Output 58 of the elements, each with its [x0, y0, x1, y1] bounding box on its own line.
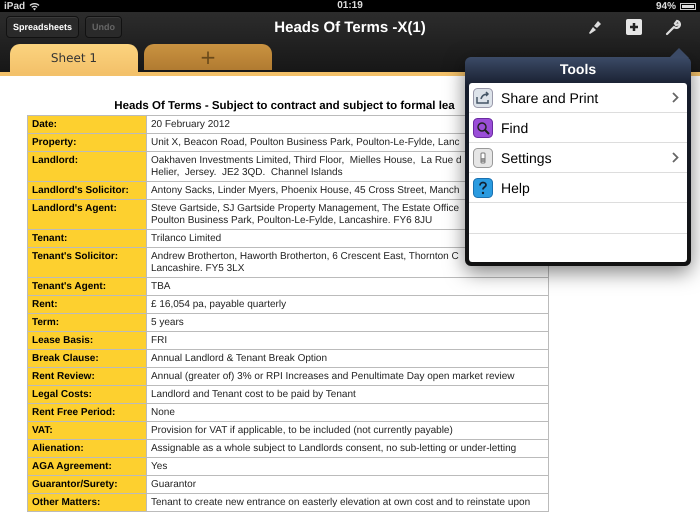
field-value: Landlord and Tenant cost to be paid by Tenant — [146, 386, 548, 404]
menu-item[interactable]: Find — [469, 113, 687, 143]
field-label: Rent Free Period: — [28, 404, 146, 422]
field-label: Date: — [28, 116, 146, 134]
field-value: TBA — [146, 278, 548, 296]
field-label: VAT: — [28, 422, 146, 440]
field-label: Property: — [28, 134, 146, 152]
sheet-tab[interactable]: Sheet 1 — [10, 44, 138, 72]
add-icon[interactable] — [626, 19, 642, 35]
wifi-icon — [29, 2, 40, 10]
field-value: Annual (greater of) 3% or RPI Increases and Penultimate Day open market review — [146, 368, 548, 386]
field-label: Tenant: — [28, 230, 146, 248]
field-label: Term: — [28, 314, 146, 332]
battery-icon — [680, 2, 696, 10]
field-label: Tenant's Solicitor: — [28, 248, 146, 278]
switch-icon — [473, 148, 493, 168]
field-label: Landlord's Solicitor: — [28, 182, 146, 200]
field-value: £ 16,054 pa, payable quarterly — [146, 296, 548, 314]
popover-arrow — [669, 48, 689, 58]
popover-title: Tools — [558, 60, 598, 79]
paintbrush-icon[interactable] — [586, 18, 604, 36]
menu-item[interactable]: Settings — [469, 143, 687, 173]
document-heading: Heads Of Terms - Subject to contract and subject to formal lea — [114, 100, 455, 112]
field-value: Guarantor — [146, 476, 548, 494]
document-title: Heads Of Terms -X(1) — [274, 19, 426, 36]
menu-item[interactable]: Help — [469, 173, 687, 203]
wrench-icon[interactable] — [664, 18, 682, 36]
menu-item-label: Find — [501, 120, 530, 136]
field-label: Landlord's Agent: — [28, 200, 146, 230]
field-label: Rent Review: — [28, 368, 146, 386]
field-value: 5 years — [146, 314, 548, 332]
menu-item-label: Share and Print — [501, 90, 600, 106]
field-value: FRI — [146, 332, 548, 350]
field-value: None — [146, 404, 548, 422]
field-label: Break Clause: — [28, 350, 146, 368]
field-value: Tenant to create new entrance on easterly elevation at own cost and to reinstate upon — [146, 494, 548, 512]
battery-percent: 94% — [656, 0, 676, 12]
field-value: Assignable as a whole subject to Landlords consent, no sub-letting or under-letting — [146, 440, 548, 458]
toolbar-button[interactable]: Spreadsheets — [6, 16, 80, 38]
field-label: Legal Costs: — [28, 386, 146, 404]
field-label: Tenant's Agent: — [28, 278, 146, 296]
field-value: Yes — [146, 458, 548, 476]
search-icon — [473, 118, 493, 138]
field-label: Landlord: — [28, 152, 146, 182]
field-value: Annual Landlord & Tenant Break Option — [146, 350, 548, 368]
field-value: Provision for VAT if applicable, to be included (not currently payable) — [146, 422, 548, 440]
field-label: Other Matters: — [28, 494, 146, 512]
menu-item-label: Help — [501, 180, 531, 196]
field-label: Lease Basis: — [28, 332, 146, 350]
clock: 01:19 — [337, 0, 363, 11]
field-label: AGA Agreement: — [28, 458, 146, 476]
device-name: iPad — [4, 0, 26, 12]
help-icon — [473, 178, 493, 198]
field-label: Guarantor/Surety: — [28, 476, 146, 494]
field-label: Rent: — [28, 296, 146, 314]
field-label: Alienation: — [28, 440, 146, 458]
share-icon — [473, 88, 493, 108]
menu-item[interactable]: Share and Print — [469, 83, 687, 113]
